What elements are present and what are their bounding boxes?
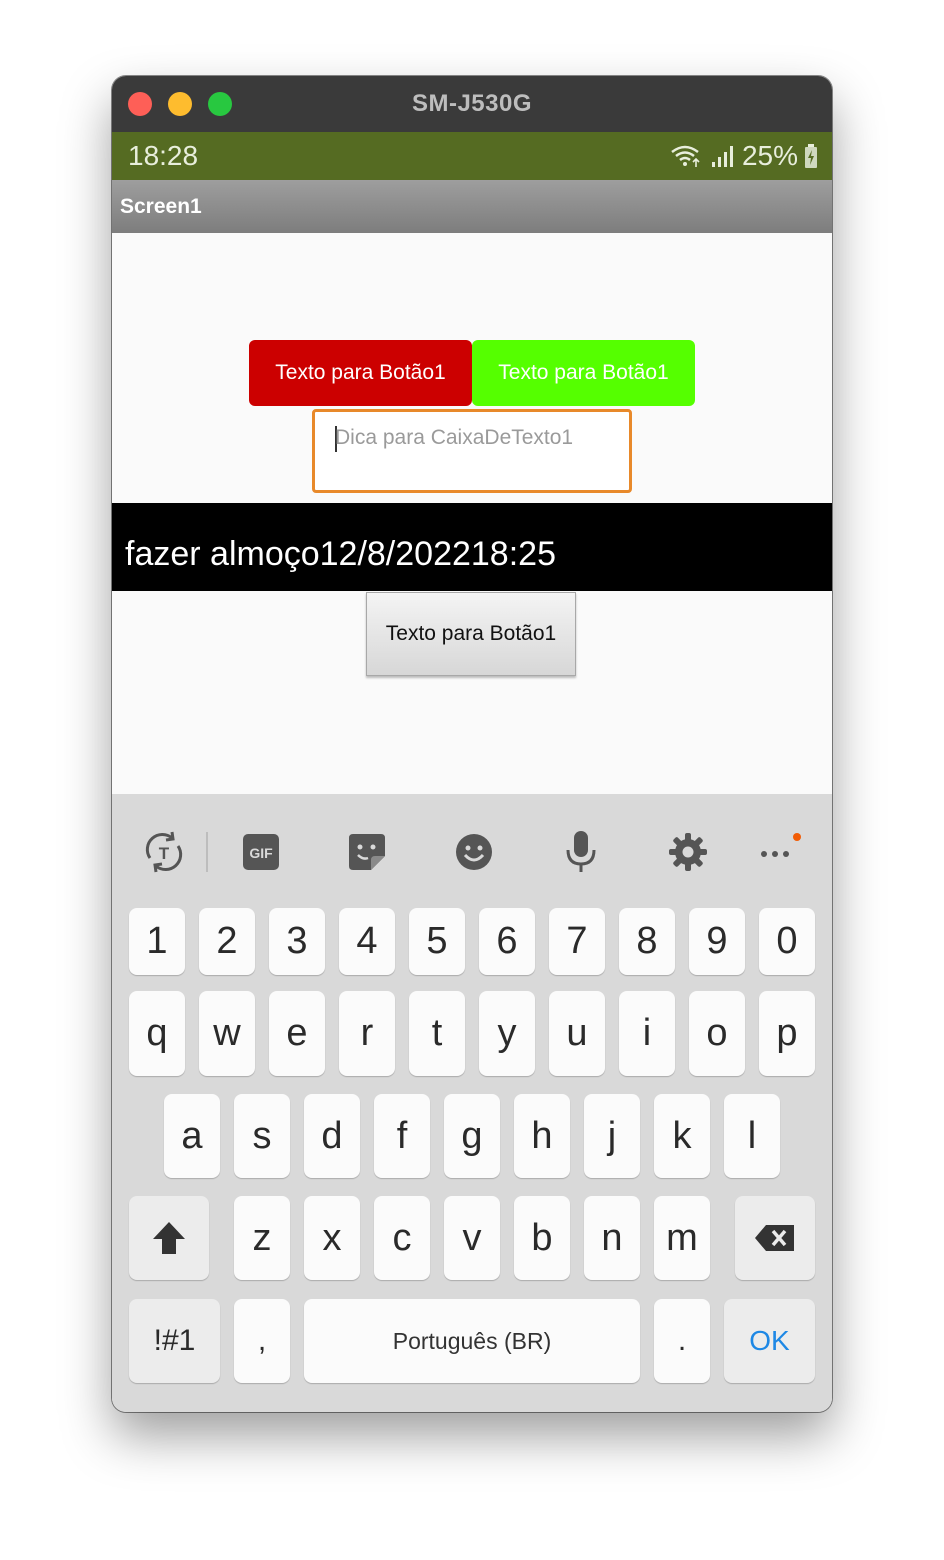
key-y[interactable]: y xyxy=(479,991,535,1076)
window-title: SM-J530G xyxy=(411,90,533,117)
key-2[interactable]: 2 xyxy=(199,908,255,975)
key-f[interactable]: f xyxy=(374,1094,430,1178)
text-box-placeholder: Dica para CaixaDeTexto1 xyxy=(335,426,574,449)
key-q[interactable]: q xyxy=(129,991,185,1076)
key-z[interactable]: z xyxy=(234,1196,290,1280)
key-t[interactable]: t xyxy=(409,991,465,1076)
gif-icon[interactable]: GIF xyxy=(240,830,282,874)
status-time: 18:28 xyxy=(128,140,199,171)
more-options-icon[interactable] xyxy=(756,830,806,874)
device-window: SM-J530G 18:28 25% Screen1 Texto para Bo… xyxy=(112,76,832,1412)
key-4[interactable]: 4 xyxy=(339,908,395,975)
key-n[interactable]: n xyxy=(584,1196,640,1280)
key-l[interactable]: l xyxy=(724,1094,780,1178)
red-button[interactable]: Texto para Botão1 xyxy=(249,340,472,406)
comma-key[interactable]: , xyxy=(234,1299,290,1383)
backspace-key[interactable] xyxy=(735,1196,815,1280)
status-icons: 25% xyxy=(670,132,818,180)
emoji-icon[interactable] xyxy=(453,830,495,874)
svg-text:GIF: GIF xyxy=(249,845,273,861)
key-6[interactable]: 6 xyxy=(479,908,535,975)
wifi-icon xyxy=(671,145,700,167)
shift-arrow-icon xyxy=(153,1222,185,1254)
key-9[interactable]: 9 xyxy=(689,908,745,975)
key-8[interactable]: 8 xyxy=(619,908,675,975)
period-key[interactable]: . xyxy=(654,1299,710,1383)
key-b[interactable]: b xyxy=(514,1196,570,1280)
key-r[interactable]: r xyxy=(339,991,395,1076)
key-k[interactable]: k xyxy=(654,1094,710,1178)
screen-title: Screen1 xyxy=(120,195,202,218)
text-translate-icon[interactable]: T xyxy=(140,830,188,874)
key-c[interactable]: c xyxy=(374,1196,430,1280)
key-h[interactable]: h xyxy=(514,1094,570,1178)
key-o[interactable]: o xyxy=(689,991,745,1076)
key-x[interactable]: x xyxy=(304,1196,360,1280)
key-3[interactable]: 3 xyxy=(269,908,325,975)
app-title-bar: Screen1 xyxy=(112,180,832,233)
settings-gear-icon[interactable] xyxy=(667,830,709,874)
key-e[interactable]: e xyxy=(269,991,325,1076)
key-g[interactable]: g xyxy=(444,1094,500,1178)
space-key[interactable]: Português (BR) xyxy=(304,1299,640,1383)
key-j[interactable]: j xyxy=(584,1094,640,1178)
microphone-icon[interactable] xyxy=(560,830,602,874)
key-d[interactable]: d xyxy=(304,1094,360,1178)
key-p[interactable]: p xyxy=(759,991,815,1076)
task-label: fazer almoço12/8/202218:25 xyxy=(112,503,832,591)
window-titlebar: SM-J530G xyxy=(112,76,832,132)
task-label-text: fazer almoço12/8/202218:25 xyxy=(125,535,556,573)
key-1[interactable]: 1 xyxy=(129,908,185,975)
key-7[interactable]: 7 xyxy=(549,908,605,975)
green-button[interactable]: Texto para Botão1 xyxy=(472,340,695,406)
symbols-key[interactable]: !#1 xyxy=(129,1299,220,1383)
backspace-icon xyxy=(755,1225,794,1251)
key-0[interactable]: 0 xyxy=(759,908,815,975)
sticker-icon[interactable] xyxy=(346,830,388,874)
ok-key[interactable]: OK xyxy=(724,1299,815,1383)
key-a[interactable]: a xyxy=(164,1094,220,1178)
key-s[interactable]: s xyxy=(234,1094,290,1178)
key-u[interactable]: u xyxy=(549,991,605,1076)
key-5[interactable]: 5 xyxy=(409,908,465,975)
toolbar-separator xyxy=(206,832,208,872)
screen-content: Texto para Botão1 Texto para Botão1 Dica… xyxy=(112,233,832,794)
status-bar: 18:28 25% xyxy=(112,132,832,180)
battery-percentage: 25% xyxy=(741,140,798,171)
key-m[interactable]: m xyxy=(654,1196,710,1280)
svg-text:T: T xyxy=(159,844,170,863)
key-v[interactable]: v xyxy=(444,1196,500,1280)
gray-button[interactable]: Texto para Botão1 xyxy=(366,592,576,676)
key-i[interactable]: i xyxy=(619,991,675,1076)
shift-key[interactable] xyxy=(129,1196,209,1280)
signal-icon xyxy=(711,146,733,167)
text-box-input[interactable]: Dica para CaixaDeTexto1 xyxy=(312,409,632,493)
key-w[interactable]: w xyxy=(199,991,255,1076)
battery-charging-icon xyxy=(805,144,817,168)
on-screen-keyboard: T GIF 1 2 3 4 5 6 7 8 9 0 q w e r t y u … xyxy=(112,794,832,1412)
